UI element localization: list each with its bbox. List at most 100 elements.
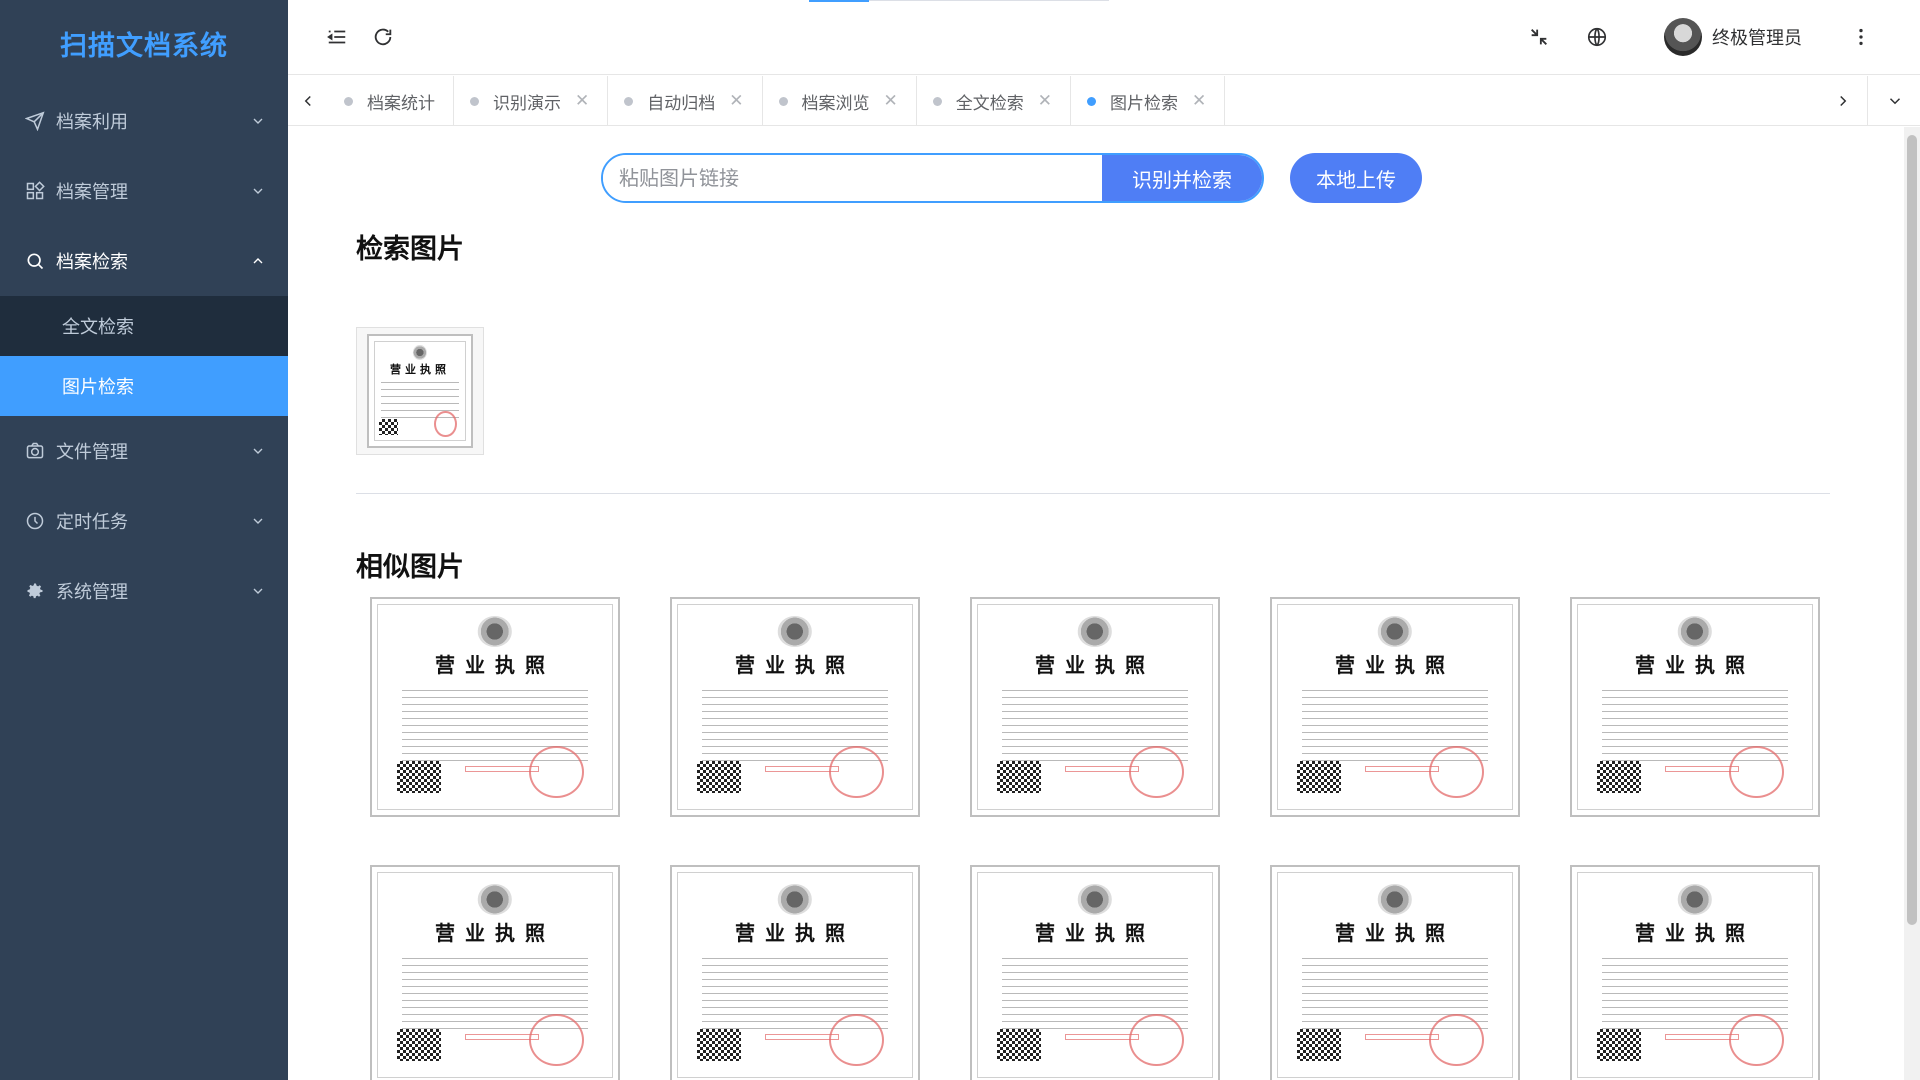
tab-label: 档案浏览 bbox=[801, 93, 870, 114]
sidebar-item-file-manage[interactable]: 文件管理 bbox=[0, 416, 288, 486]
qr-code-icon bbox=[396, 761, 441, 794]
app-logo-title: 扫描文档系统 bbox=[60, 30, 228, 62]
close-icon[interactable]: ✕ bbox=[729, 91, 743, 111]
section-divider bbox=[356, 493, 1830, 494]
sidebar-item-archive-manage[interactable]: 档案管理 bbox=[0, 156, 288, 226]
top-header: 终极管理员 bbox=[288, 0, 1920, 75]
document-title: 营业执照 bbox=[435, 920, 555, 945]
seal-stamp-icon bbox=[529, 745, 584, 798]
similar-image-item[interactable]: 营业执照 bbox=[370, 597, 620, 817]
sidebar-item-label: 档案管理 bbox=[56, 182, 128, 203]
emblem-icon bbox=[1077, 884, 1113, 915]
menu-fold-icon[interactable] bbox=[322, 22, 352, 52]
recognize-search-button[interactable]: 识别并检索 bbox=[1102, 155, 1262, 201]
license-document: 营业执照 bbox=[370, 597, 620, 817]
sidebar-item-archive-search[interactable]: 档案检索 bbox=[0, 226, 288, 296]
document-title: 营业执照 bbox=[435, 652, 555, 677]
similar-image-item[interactable]: 营业执照 bbox=[370, 865, 620, 1080]
close-icon[interactable]: ✕ bbox=[1192, 91, 1206, 111]
tab-recognition-demo[interactable]: 识别演示 ✕ bbox=[454, 76, 609, 126]
fullscreen-exit-icon[interactable] bbox=[1524, 22, 1554, 52]
sidebar-item-label: 档案检索 bbox=[56, 252, 128, 273]
close-icon[interactable]: ✕ bbox=[1038, 91, 1052, 111]
tab-auto-archive[interactable]: 自动归档 ✕ bbox=[608, 76, 763, 126]
license-document: 营业执照 bbox=[970, 865, 1220, 1080]
qr-code-icon bbox=[1296, 761, 1341, 794]
refresh-icon[interactable] bbox=[368, 22, 398, 52]
tab-image-search[interactable]: 图片检索 ✕ bbox=[1071, 76, 1226, 126]
emblem-icon bbox=[1677, 616, 1713, 647]
qr-code-icon bbox=[396, 1029, 441, 1062]
sidebar-item-fulltext-search[interactable]: 全文检索 bbox=[0, 296, 288, 356]
emblem-icon bbox=[1677, 884, 1713, 915]
sidebar-item-scheduled-tasks[interactable]: 定时任务 bbox=[0, 486, 288, 556]
similar-image-item[interactable]: 营业执照 bbox=[1270, 865, 1520, 1080]
license-document: 营业执照 bbox=[1270, 597, 1520, 817]
document-title: 营业执照 bbox=[1335, 920, 1455, 945]
seal-stamp-icon bbox=[1729, 1013, 1784, 1066]
red-annotation bbox=[765, 1033, 840, 1040]
license-document: 营业执照 bbox=[370, 865, 620, 1080]
sidebar-item-image-search[interactable]: 图片检索 bbox=[0, 356, 288, 416]
emblem-icon bbox=[777, 884, 813, 915]
more-vertical-icon[interactable] bbox=[1846, 22, 1876, 52]
tab-label: 全文检索 bbox=[955, 93, 1024, 114]
similar-image-item[interactable]: 营业执照 bbox=[970, 597, 1220, 817]
sidebar-item-archive-use[interactable]: 档案利用 bbox=[0, 86, 288, 156]
tabs-scroll-right-icon[interactable] bbox=[1823, 76, 1863, 126]
emblem-icon bbox=[1377, 884, 1413, 915]
close-icon[interactable]: ✕ bbox=[575, 91, 589, 111]
local-upload-button[interactable]: 本地上传 bbox=[1290, 153, 1422, 203]
document-title: 营业执照 bbox=[1035, 920, 1155, 945]
tab-label: 图片检索 bbox=[1110, 93, 1178, 114]
image-search-bar: 识别并检索 本地上传 bbox=[601, 153, 1422, 203]
tab-archive-stats[interactable]: 档案统计 bbox=[328, 76, 454, 126]
red-annotation bbox=[1065, 1033, 1140, 1040]
license-document: 营业执照 bbox=[1270, 865, 1520, 1080]
search-icon bbox=[24, 250, 46, 272]
similar-image-item[interactable]: 营业执照 bbox=[970, 865, 1220, 1080]
search-box: 识别并检索 bbox=[601, 153, 1264, 203]
similar-image-item[interactable]: 营业执照 bbox=[1270, 597, 1520, 817]
tabs-dropdown-icon[interactable] bbox=[1875, 76, 1915, 126]
similar-image-item[interactable]: 营业执照 bbox=[670, 865, 920, 1080]
language-icon[interactable] bbox=[1582, 22, 1612, 52]
red-annotation bbox=[1665, 1033, 1740, 1040]
chevron-down-icon bbox=[253, 448, 263, 454]
tab-status-dot bbox=[1087, 96, 1096, 106]
seal-stamp-icon bbox=[1129, 1013, 1184, 1066]
emblem-icon bbox=[1377, 616, 1413, 647]
close-icon[interactable]: ✕ bbox=[884, 91, 898, 111]
document-title: 营业执照 bbox=[1035, 652, 1155, 677]
image-url-input[interactable] bbox=[603, 155, 1102, 201]
scrollbar-thumb[interactable] bbox=[1907, 135, 1917, 925]
tags-view-bar: 档案统计 识别演示 ✕ 自动归档 ✕ 档案浏览 ✕ 全文检索 ✕ 图片检索 ✕ bbox=[288, 76, 1920, 126]
similar-image-item[interactable]: 营业执照 bbox=[670, 597, 920, 817]
tab-label: 自动归档 bbox=[647, 93, 716, 114]
qr-code-icon bbox=[1596, 1029, 1641, 1062]
tab-fulltext-search[interactable]: 全文检索 ✕ bbox=[917, 76, 1071, 126]
qr-code-icon bbox=[1296, 1029, 1341, 1062]
document-title: 营业执照 bbox=[390, 363, 450, 377]
user-menu[interactable]: 终极管理员 bbox=[1664, 18, 1802, 56]
main-content: 识别并检索 本地上传 检索图片 营业执照 相似图片 营业执照营业执照营业执照营业… bbox=[288, 127, 1904, 1080]
qr-code-icon bbox=[696, 761, 741, 794]
tabs-scroll-left-icon[interactable] bbox=[288, 76, 328, 126]
tab-archive-browse[interactable]: 档案浏览 ✕ bbox=[763, 76, 917, 126]
chevron-up-icon bbox=[253, 258, 263, 264]
seal-stamp-icon bbox=[829, 1013, 884, 1066]
similar-image-item[interactable]: 营业执照 bbox=[1570, 865, 1820, 1080]
license-document: 营业执照 bbox=[670, 865, 920, 1080]
query-image[interactable]: 营业执照 bbox=[356, 327, 484, 455]
seal-stamp-icon bbox=[1729, 745, 1784, 798]
emblem-icon bbox=[412, 344, 428, 361]
tab-status-dot bbox=[470, 96, 479, 106]
document-title: 营业执照 bbox=[735, 652, 855, 677]
tab-status-dot bbox=[778, 96, 788, 106]
similar-image-item[interactable]: 营业执照 bbox=[1570, 597, 1820, 817]
seal-stamp-icon bbox=[829, 745, 884, 798]
seal-stamp-icon bbox=[1429, 1013, 1484, 1066]
red-annotation bbox=[765, 765, 840, 772]
sidebar-item-system-manage[interactable]: 系统管理 bbox=[0, 556, 288, 626]
emblem-icon bbox=[1077, 616, 1113, 647]
